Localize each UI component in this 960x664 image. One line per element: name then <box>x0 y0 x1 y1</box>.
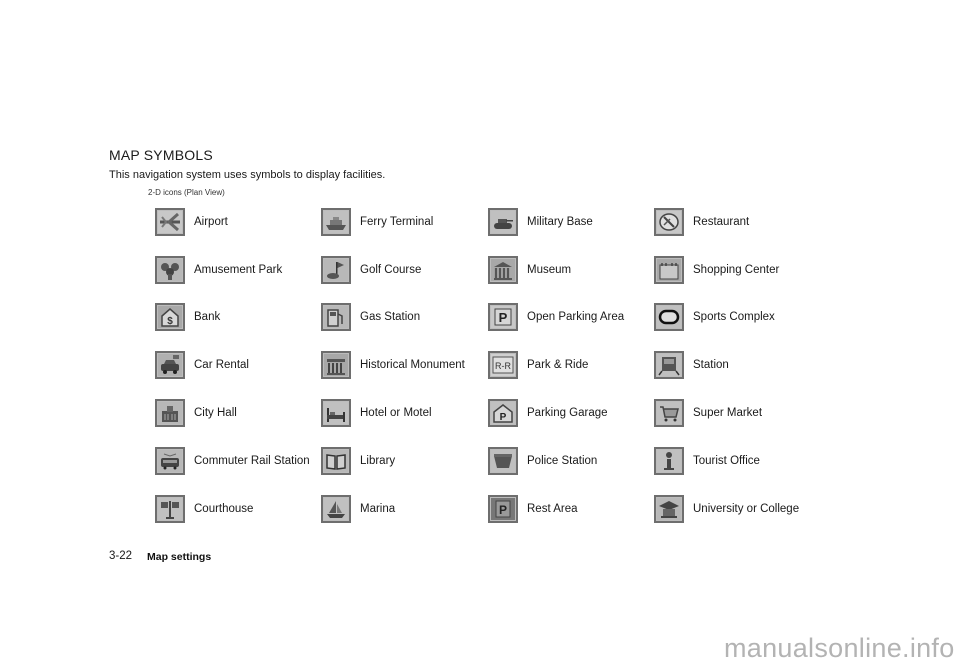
section-title: Map settings <box>147 551 212 563</box>
symbol-label: Commuter Rail Station <box>194 455 310 467</box>
svg-text:$: $ <box>167 316 173 327</box>
symbol-item: Amusement Park <box>155 255 282 285</box>
hotel-icon <box>321 399 351 427</box>
symbol-label: Bank <box>194 311 221 323</box>
commuter-rail-icon <box>155 447 185 475</box>
open-parking-icon: P <box>488 303 518 331</box>
symbol-label: Sports Complex <box>693 311 775 323</box>
symbol-label: Hotel or Motel <box>360 407 432 419</box>
symbol-item: P Parking Garage <box>488 398 608 428</box>
symbol-label: Rest Area <box>527 503 578 515</box>
station-icon <box>654 351 684 379</box>
symbol-item: Historical Monument <box>321 350 465 380</box>
symbol-item: City Hall <box>155 398 237 428</box>
park-and-ride-icon: R-R <box>488 351 518 379</box>
svg-text:P: P <box>499 310 508 325</box>
symbol-item: Gas Station <box>321 302 420 332</box>
svg-text:P: P <box>499 503 507 517</box>
library-icon <box>321 447 351 475</box>
svg-text:P: P <box>500 412 507 423</box>
symbol-label: Super Market <box>693 407 763 419</box>
symbol-item: Museum <box>488 255 571 285</box>
tourist-office-icon <box>654 447 684 475</box>
symbol-item: Sports Complex <box>654 302 775 332</box>
symbol-item: Courthouse <box>155 494 253 524</box>
symbol-label: Ferry Terminal <box>360 216 434 228</box>
symbol-label: Golf Course <box>360 264 422 276</box>
symbol-label: Parking Garage <box>527 407 608 419</box>
historical-monument-icon <box>321 351 351 379</box>
symbol-label: Gas Station <box>360 311 421 323</box>
bank-icon: $ <box>155 303 185 331</box>
page-title: MAP SYMBOLS <box>109 147 213 163</box>
symbol-item: University or College <box>654 494 799 524</box>
symbol-label: Museum <box>527 264 572 276</box>
sports-complex-icon <box>654 303 684 331</box>
symbol-item: Military Base <box>488 207 593 237</box>
watermark: manualsonline.info <box>724 633 955 663</box>
parking-garage-icon: P <box>488 399 518 427</box>
courthouse-icon <box>155 495 185 523</box>
symbol-label: Station <box>693 359 729 371</box>
city-hall-icon <box>155 399 185 427</box>
page-subtitle: This navigation system uses symbols to d… <box>109 169 386 181</box>
marina-icon <box>321 495 351 523</box>
symbol-item: Super Market <box>654 398 762 428</box>
car-rental-icon <box>155 351 185 379</box>
restaurant-icon <box>654 208 684 236</box>
symbol-item: Marina <box>321 494 395 524</box>
symbol-label: Military Base <box>527 216 593 228</box>
airport-icon <box>155 208 185 236</box>
svg-text:R-R: R-R <box>495 361 511 371</box>
symbol-label: Restaurant <box>693 216 750 228</box>
page-number: 3-22 <box>109 550 133 562</box>
symbol-item: Car Rental <box>155 350 249 380</box>
police-station-icon <box>488 447 518 475</box>
military-base-icon <box>488 208 518 236</box>
symbol-item: Station <box>654 350 729 380</box>
icons-caption: 2-D icons (Plan View) <box>148 188 225 197</box>
golf-course-icon <box>321 256 351 284</box>
symbol-item: $ Bank <box>155 302 220 332</box>
symbol-label: Marina <box>360 503 396 515</box>
symbol-label: Courthouse <box>194 503 254 515</box>
symbol-item: Commuter Rail Station <box>155 446 310 476</box>
symbol-item: Airport <box>155 207 228 237</box>
symbol-label: University or College <box>693 503 800 515</box>
symbol-label: Library <box>360 455 396 467</box>
symbol-item: Shopping Center <box>654 255 779 285</box>
symbol-label: Police Station <box>527 455 598 467</box>
ferry-terminal-icon <box>321 208 351 236</box>
museum-icon <box>488 256 518 284</box>
symbol-item: P Open Parking Area <box>488 302 624 332</box>
symbol-label: Historical Monument <box>360 359 465 371</box>
shopping-center-icon <box>654 256 684 284</box>
symbol-item: Golf Course <box>321 255 421 285</box>
amusement-park-icon <box>155 256 185 284</box>
symbol-item: Police Station <box>488 446 597 476</box>
symbol-label: Tourist Office <box>693 455 760 467</box>
symbol-label: Airport <box>194 216 228 228</box>
symbol-item: R-R Park & Ride <box>488 350 588 380</box>
supermarket-icon <box>654 399 684 427</box>
symbol-item: Restaurant <box>654 207 749 237</box>
symbol-label: City Hall <box>194 407 237 419</box>
symbol-label: Park & Ride <box>527 359 589 371</box>
symbol-label: Car Rental <box>194 359 249 371</box>
symbol-item: Tourist Office <box>654 446 760 476</box>
symbol-item: Hotel or Motel <box>321 398 432 428</box>
symbol-item: P Rest Area <box>488 494 578 524</box>
symbol-label: Amusement Park <box>194 264 283 276</box>
symbol-item: Library <box>321 446 395 476</box>
university-icon <box>654 495 684 523</box>
symbol-label: Open Parking Area <box>527 311 625 323</box>
symbol-label: Shopping Center <box>693 264 780 276</box>
symbol-item: Ferry Terminal <box>321 207 433 237</box>
rest-area-icon: P <box>488 495 518 523</box>
gas-station-icon <box>321 303 351 331</box>
